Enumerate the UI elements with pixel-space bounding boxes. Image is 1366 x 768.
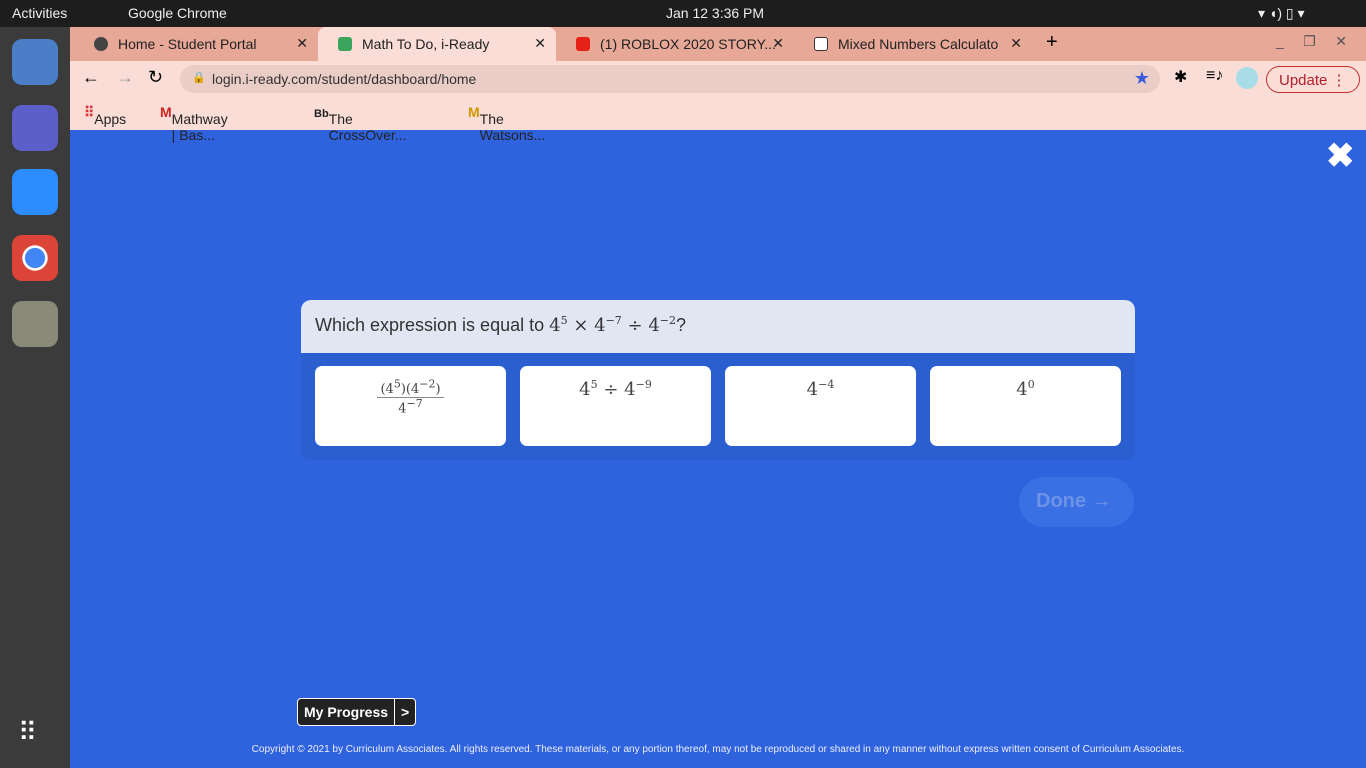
back-button[interactable]: ← xyxy=(82,67,100,88)
close-tab-icon[interactable]: ✕ xyxy=(1010,35,1022,52)
avatar[interactable] xyxy=(1236,67,1258,89)
choice-1[interactable]: (45)(4−2) 4−7 xyxy=(315,366,506,446)
lock-icon: 🔒 xyxy=(192,72,206,84)
activities-button[interactable]: Activities xyxy=(12,5,67,21)
system-top-bar: Activities Google Chrome Jan 12 3:36 PM … xyxy=(0,0,1366,27)
clock[interactable]: Jan 12 3:36 PM xyxy=(666,5,764,21)
tab-strip: Home - Student Portal ✕ Math To Do, i-Rea… xyxy=(70,27,1366,61)
bookmark-label: The Watsons... xyxy=(479,111,546,143)
bookmark-crossover[interactable]: Bb The CrossOver... xyxy=(314,104,406,143)
question-card: Which expression is equal to 45 × 4−7 ÷ … xyxy=(301,300,1135,460)
browser-toolbar: ← → ↻ 🔒 login.i-ready.com/student/dashboa… xyxy=(70,61,1366,97)
choice-2[interactable]: 45 ÷ 4−9 xyxy=(520,366,711,446)
copyright: Copyright © 2021 by Curriculum Associate… xyxy=(251,744,1185,755)
youtube-icon xyxy=(576,37,590,51)
url-text: login.i-ready.com/student/dashboard/home xyxy=(212,71,477,87)
bookmark-label: The CrossOver... xyxy=(328,111,407,143)
my-progress-button[interactable]: My Progress > xyxy=(297,698,417,726)
bookmark-star-icon[interactable]: ★ xyxy=(1134,68,1150,89)
bookmark-apps[interactable]: ⠿ Apps xyxy=(84,104,126,127)
tab-youtube[interactable]: (1) ROBLOX 2020 STORY... ✕ xyxy=(556,27,794,61)
progress-arrow[interactable]: > xyxy=(394,699,415,725)
zoom-icon[interactable] xyxy=(12,169,58,215)
tab-home[interactable]: Home - Student Portal ✕ xyxy=(74,27,318,61)
iready-icon xyxy=(338,37,352,51)
tab-label: Home - Student Portal xyxy=(118,36,257,52)
choice-4-expression: 40 xyxy=(1016,378,1035,400)
update-button[interactable]: Update ⋮ xyxy=(1266,66,1360,93)
new-tab-button[interactable]: + xyxy=(1046,31,1058,54)
tab-calculator[interactable]: Mixed Numbers Calculato ✕ xyxy=(794,27,1032,61)
extensions-icon[interactable]: ✱ xyxy=(1174,67,1187,87)
question-text: Which expression is equal to 45 × 4−7 ÷ … xyxy=(301,300,1135,353)
forward-button[interactable]: → xyxy=(116,67,134,88)
bookmark-label: Apps xyxy=(94,111,127,127)
app-icon[interactable] xyxy=(12,301,58,347)
tab-iready[interactable]: Math To Do, i-Ready ✕ xyxy=(318,27,556,61)
choice-4[interactable]: 40 xyxy=(930,366,1121,446)
bookmark-watsons[interactable]: M The Watsons... xyxy=(468,104,545,143)
question-suffix: ? xyxy=(676,315,687,335)
choice-2-expression: 45 ÷ 4−9 xyxy=(579,378,652,400)
tab-label: (1) ROBLOX 2020 STORY... xyxy=(600,36,776,52)
app-menu[interactable]: Google Chrome xyxy=(128,5,227,21)
wifi-icon[interactable]: ▾ ◖) ▯ ▾ xyxy=(1258,5,1305,22)
files-icon[interactable] xyxy=(12,39,58,85)
teams-icon[interactable] xyxy=(12,105,58,151)
choice-3-expression: 4−4 xyxy=(806,378,835,400)
bookmark-label: Mathway | Bas... xyxy=(171,111,228,143)
window-controls[interactable]: _ ❐ ✕ xyxy=(1276,33,1347,50)
done-button[interactable]: Done → xyxy=(1019,477,1134,527)
bookmark-mathway[interactable]: M Mathway | Bas... xyxy=(160,104,228,143)
bookmarks-bar: ⠿ Apps M Mathway | Bas... Bb The CrossOv… xyxy=(70,97,1366,143)
reload-button[interactable]: ↻ xyxy=(148,67,163,88)
close-tab-icon[interactable]: ✕ xyxy=(534,35,546,52)
question-expression: 45 × 4−7 ÷ 4−2 xyxy=(549,314,676,336)
address-bar[interactable]: 🔒 login.i-ready.com/student/dashboard/hom… xyxy=(180,65,1160,93)
close-tab-icon[interactable]: ✕ xyxy=(296,35,308,52)
tab-label: Math To Do, i-Ready xyxy=(362,36,490,52)
choice-3[interactable]: 4−4 xyxy=(725,366,916,446)
sigma-icon xyxy=(814,37,828,51)
question-prefix: Which expression is equal to xyxy=(315,315,545,335)
tab-label: Mixed Numbers Calculato xyxy=(838,36,999,52)
close-tab-icon[interactable]: ✕ xyxy=(772,35,784,52)
choice-1-expression: (45)(4−2) 4−7 xyxy=(315,378,506,417)
globe-icon xyxy=(94,37,108,51)
close-icon[interactable]: ✖ xyxy=(1326,136,1355,176)
chrome-icon[interactable] xyxy=(12,235,58,281)
dock: ⠿ xyxy=(0,27,70,768)
progress-label: My Progress xyxy=(304,704,389,720)
media-icon[interactable]: ≡♪ xyxy=(1206,67,1223,85)
update-label: Update xyxy=(1279,72,1328,89)
